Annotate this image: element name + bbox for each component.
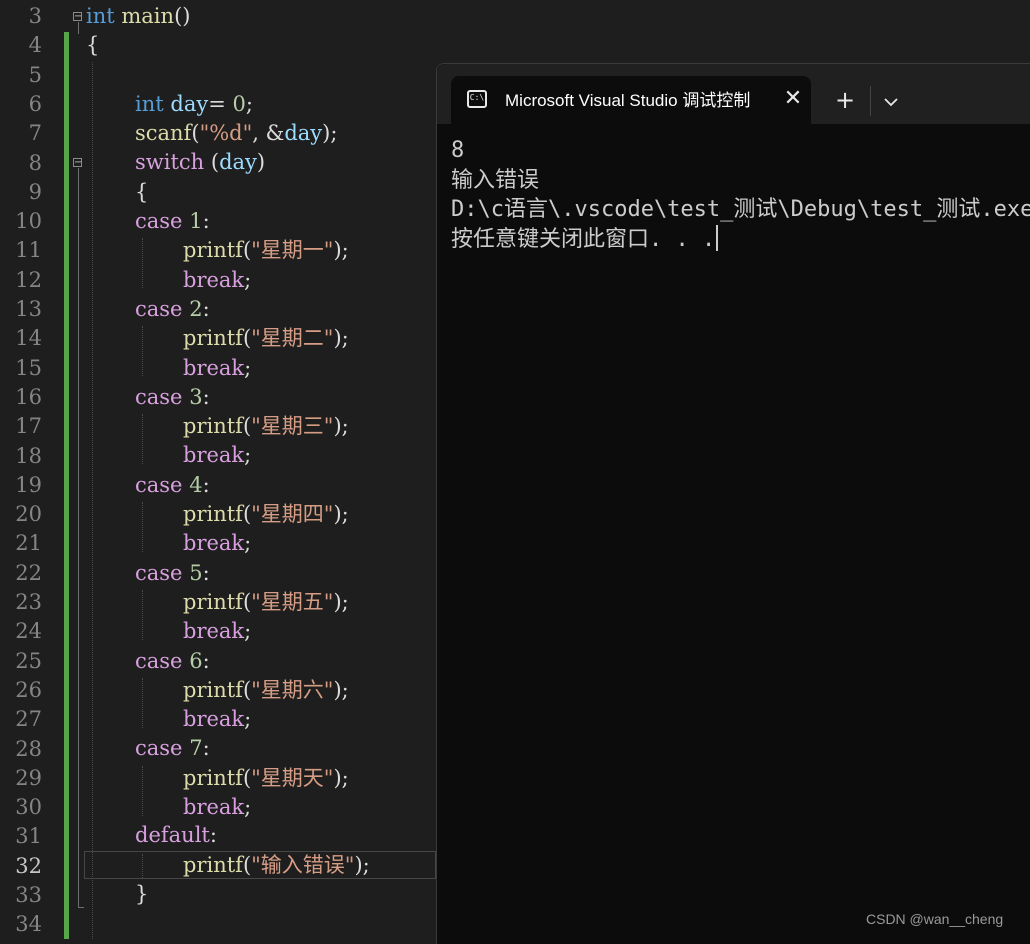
line-number: 32 (15, 853, 42, 878)
line-number: 15 (15, 355, 42, 380)
indent-guide (142, 678, 143, 728)
printf-line: printf("星期四"); (183, 502, 349, 526)
code-line-4: { (86, 33, 100, 57)
code-line-6: int day= 0; (135, 92, 253, 116)
line-number: 5 (28, 62, 42, 87)
code-line-32: printf("输入错误"); (183, 853, 370, 877)
debug-console-window[interactable]: C:\ Microsoft Visual Studio 调试控制台 ✕ + 8 … (436, 63, 1030, 944)
break-line: break; (183, 355, 252, 380)
line-number: 29 (15, 765, 42, 790)
printf-line: printf("星期五"); (183, 589, 349, 614)
fold-collapse-icon[interactable]: − (73, 158, 82, 168)
line-number: 4 (28, 33, 42, 58)
new-tab-button[interactable]: + (831, 88, 859, 116)
code-line-7: scanf("%d", &day); (135, 121, 338, 145)
printf-line: printf("星期一"); (183, 238, 349, 263)
indent-guide (142, 590, 143, 640)
break-line: break; (183, 795, 252, 819)
line-number: 19 (15, 472, 42, 497)
line-number: 23 (15, 590, 42, 614)
case-label-line: case 7: (135, 736, 210, 761)
line-number: 17 (15, 414, 42, 439)
line-number: 20 (15, 502, 42, 527)
line-number: 33 (15, 883, 42, 907)
line-number: 13 (15, 297, 42, 321)
break-line: break; (183, 267, 252, 292)
fold-guide-line (78, 168, 79, 908)
case-label-line: case 1: (135, 209, 210, 233)
printf-line: printf("星期六"); (183, 677, 349, 702)
fold-collapse-icon[interactable]: − (73, 12, 82, 22)
indent-guide (142, 766, 143, 816)
console-line: 输入错误 (451, 167, 540, 193)
indent-guide (92, 62, 93, 939)
line-number: 9 (28, 179, 42, 204)
line-number: 18 (15, 443, 42, 468)
text-cursor (716, 224, 719, 251)
code-line-31: default: (135, 823, 217, 847)
line-number: 7 (28, 121, 42, 146)
line-number: 6 (28, 91, 42, 116)
chevron-down-icon[interactable] (881, 90, 901, 114)
line-number: 8 (28, 150, 42, 175)
terminal-tab[interactable]: C:\ Microsoft Visual Studio 调试控制台 ✕ (451, 76, 811, 125)
code-line-33: } (135, 882, 149, 906)
code-line-3: int main() (86, 4, 191, 28)
case-label-line: case 3: (135, 384, 210, 409)
line-number: 21 (15, 531, 42, 556)
line-number: 31 (15, 824, 42, 849)
line-number: 24 (15, 619, 42, 644)
change-indicator-bar (64, 32, 69, 939)
console-line-prompt: 按任意键关闭此窗口. . . (451, 224, 1030, 255)
terminal-tab-title: Microsoft Visual Studio 调试控制台 (505, 91, 751, 110)
line-number: 26 (15, 677, 42, 702)
console-line: 8 (451, 138, 465, 163)
break-line: break; (183, 707, 252, 732)
line-number: 30 (15, 795, 42, 820)
console-line-text: 按任意键关闭此窗口. . . (451, 226, 716, 252)
line-number: 34 (15, 912, 42, 937)
terminal-icon: C:\ (467, 90, 487, 108)
printf-line: printf("星期天"); (183, 765, 349, 790)
line-number: 22 (15, 560, 42, 585)
fold-guide-end (78, 907, 84, 908)
case-label-line: case 6: (135, 648, 210, 673)
code-line-8: switch (day) (135, 150, 266, 174)
line-number: 27 (15, 707, 42, 732)
printf-line: printf("星期三"); (183, 414, 349, 439)
break-line: break; (183, 531, 252, 556)
line-number: 11 (15, 238, 42, 263)
indent-guide (142, 326, 143, 376)
case-label-line: case 4: (135, 472, 210, 497)
tab-bar-divider (870, 86, 871, 116)
line-number: 16 (15, 384, 42, 409)
case-label-line: case 2: (135, 296, 210, 321)
indent-guide (142, 238, 143, 288)
line-number: 10 (15, 209, 42, 234)
line-number: 14 (15, 326, 42, 351)
printf-line: printf("星期二"); (183, 326, 349, 351)
case-label-line: case 5: (135, 560, 210, 585)
line-number: 12 (15, 267, 42, 292)
break-line: break; (183, 443, 252, 468)
line-number: 28 (15, 736, 42, 761)
console-output[interactable]: 8 输入错误 D:\c语言\.vscode\test_测试\Debug\test… (451, 136, 1030, 254)
fold-guide-line (78, 22, 79, 34)
watermark: CSDN @wan__cheng (866, 911, 1004, 927)
terminal-tab-bar: C:\ Microsoft Visual Studio 调试控制台 ✕ + (437, 64, 1030, 125)
break-line: break; (183, 619, 252, 644)
code-line-9: { (135, 180, 149, 204)
close-tab-button[interactable]: ✕ (781, 87, 805, 111)
line-number: 25 (15, 648, 42, 673)
console-line: D:\c语言\.vscode\test_测试\Debug\test_测试.exe (451, 197, 1030, 222)
indent-guide (142, 414, 143, 464)
line-number: 3 (28, 4, 42, 28)
indent-guide (142, 502, 143, 552)
